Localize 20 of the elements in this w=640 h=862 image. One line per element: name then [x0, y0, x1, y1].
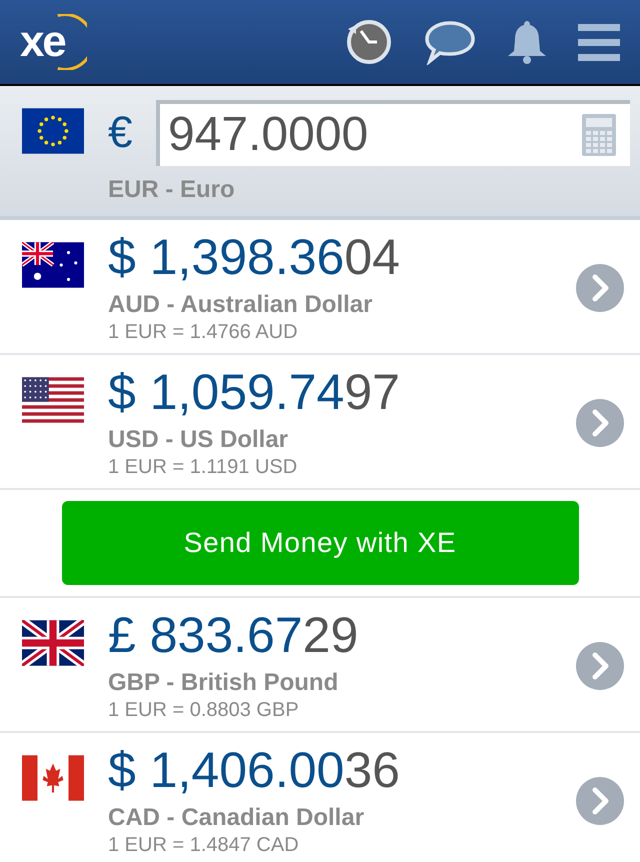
exchange-rate: 1 EUR = 1.4847 CAD: [108, 833, 300, 858]
currency-symbol: €: [108, 111, 134, 155]
exchange-rate: 1 EUR = 1.4766 AUD: [108, 320, 299, 345]
exchange-rate: 1 EUR = 1.1191 USD: [108, 455, 298, 480]
currency-name: USD - US Dollar: [108, 425, 290, 455]
converted-amount: £ 833.67: [108, 610, 303, 660]
converted-amount: $ 1,059.74: [108, 367, 344, 417]
amount-extra-digits: 04: [344, 232, 400, 282]
currency-name: AUD - Australian Dollar: [108, 290, 374, 320]
amount-field[interactable]: 947.0000: [156, 100, 630, 166]
currency-name: GBP - British Pound: [108, 668, 340, 698]
converted-amount: $ 1,398.36: [108, 232, 344, 282]
currency-name: CAD - Canadian Dollar: [108, 803, 366, 833]
exchange-rate: 1 EUR = 0.8803 GBP: [108, 698, 300, 723]
converted-amount: $ 1,406.00: [108, 745, 344, 795]
amount-extra-digits: 97: [344, 367, 400, 417]
base-currency-name: EUR - Euro: [108, 175, 235, 205]
amount-extra-digits: 36: [344, 745, 400, 795]
amount-extra-digits: 29: [302, 610, 358, 660]
logo[interactable]: xe: [20, 20, 65, 64]
